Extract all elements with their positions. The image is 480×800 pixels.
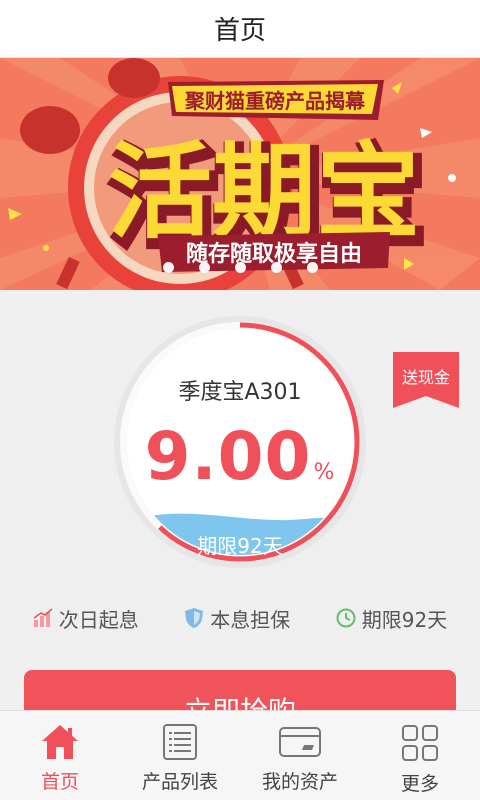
annual-rate: 9.00%: [120, 418, 360, 495]
wallet-card-icon: [279, 727, 321, 757]
rate-unit: %: [313, 460, 336, 485]
clock-icon: [336, 608, 356, 628]
ribbon-label: 送现金: [401, 368, 450, 387]
tab-my-assets[interactable]: 我的资产: [240, 711, 360, 800]
banner-dot[interactable]: [198, 262, 210, 273]
tab-more[interactable]: 更多: [360, 711, 480, 800]
banner-pagination[interactable]: [0, 262, 480, 276]
feature-label: 本息担保: [210, 607, 291, 632]
app-header: 首页: [0, 0, 480, 58]
page-title: 首页: [213, 16, 266, 46]
feature-label: 期限92天: [361, 607, 448, 632]
tab-label: 产品列表: [141, 771, 218, 793]
feature-item: 次日起息: [33, 604, 139, 633]
banner-dot[interactable]: [234, 262, 246, 273]
banner-tagline: 聚财猫重磅产品揭幕: [184, 89, 366, 113]
banner-artwork: 聚财猫重磅产品揭幕 活期宝 活期宝 随存随取极享自由: [0, 58, 480, 290]
term-label: 期限92天: [197, 534, 283, 558]
feature-item: 期限92天: [336, 604, 447, 633]
tab-product-list[interactable]: 产品列表: [120, 711, 240, 800]
tab-label: 我的资产: [261, 771, 338, 793]
list-icon: [163, 724, 197, 760]
bottom-tab-bar: 首页 产品列表 我的资产 更多: [0, 710, 480, 800]
grid-icon: [402, 725, 438, 761]
banner-dot[interactable]: [270, 262, 282, 273]
feature-label: 次日起息: [58, 607, 139, 632]
product-name[interactable]: 季度宝A301: [140, 374, 340, 406]
tab-label: 更多: [400, 773, 439, 795]
home-icon: [42, 725, 78, 759]
promo-banner[interactable]: 聚财猫重磅产品揭幕 活期宝 活期宝 随存随取极享自由: [0, 58, 480, 290]
tab-home[interactable]: 首页: [0, 711, 120, 800]
growth-chart-icon: [33, 608, 53, 627]
feature-item: 本息担保: [184, 604, 290, 633]
feature-row: 次日起息 本息担保 期限92天: [0, 600, 480, 636]
rate-value: 9.00: [144, 418, 312, 495]
banner-dot[interactable]: [306, 262, 318, 273]
shield-icon: [185, 608, 204, 628]
tab-label: 首页: [40, 771, 79, 793]
banner-dot[interactable]: [162, 262, 174, 273]
